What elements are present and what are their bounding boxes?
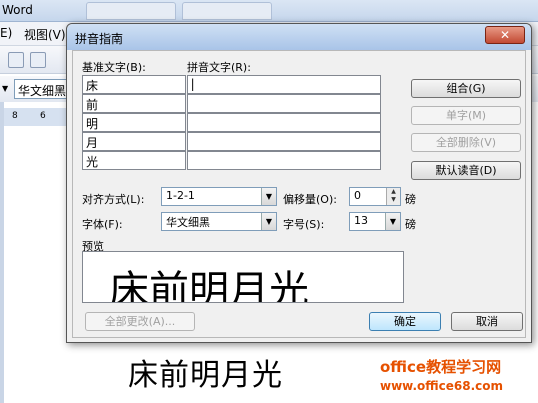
grid-row: 月	[82, 132, 382, 151]
base-text-cell[interactable]: 前	[82, 94, 186, 113]
watermark: office教程学习网 www.office68.com	[380, 356, 503, 393]
browser-tab-blurred	[86, 2, 176, 20]
base-text-cell[interactable]: 月	[82, 132, 186, 151]
preview-text: 床前明月光	[109, 268, 309, 303]
pinyin-text-field[interactable]	[186, 113, 381, 132]
align-label: 对齐方式(L):	[82, 193, 145, 206]
pinyin-text-field[interactable]: |	[186, 75, 381, 94]
base-text-cell[interactable]: 光	[82, 151, 186, 170]
offset-unit: 磅	[405, 193, 416, 206]
pinyin-text-field[interactable]	[186, 94, 381, 113]
print-icon[interactable]	[8, 52, 24, 68]
offset-value: 0	[354, 189, 361, 202]
ruler: 8 6	[0, 108, 70, 126]
browser-tab-blurred	[182, 2, 272, 20]
dialog-body: 基准文字(B): 拼音文字(R): 床 | 前 明 月 光 组合(G) 单字(M…	[72, 50, 526, 338]
grid-row: 明	[82, 113, 382, 132]
word-title: Word	[2, 3, 33, 17]
pinyin-text-field[interactable]	[186, 132, 381, 151]
font-value: 华文细黑	[166, 216, 210, 229]
document-left-margin	[0, 102, 4, 403]
dialog-titlebar[interactable]: 拼音指南 ✕	[67, 24, 531, 50]
menu-edit-partial[interactable]: E)	[0, 26, 12, 40]
base-text-cell[interactable]: 明	[82, 113, 186, 132]
offset-label: 偏移量(O):	[283, 193, 337, 206]
phonetic-guide-dialog: 拼音指南 ✕ 基准文字(B): 拼音文字(R): 床 | 前 明 月 光 组合(…	[66, 23, 532, 343]
chevron-down-icon[interactable]: ▼	[385, 213, 400, 230]
cancel-button[interactable]: 取消	[451, 312, 523, 331]
base-text-cell[interactable]: 床	[82, 75, 186, 94]
grid-row: 床 |	[82, 75, 382, 94]
chevron-down-icon[interactable]: ▼	[2, 84, 8, 93]
menu-view[interactable]: 视图(V)	[24, 26, 66, 43]
size-value: 13	[354, 214, 368, 227]
font-select[interactable]: 华文细黑 ▼	[161, 212, 277, 231]
delete-all-button[interactable]: 全部删除(V)	[411, 133, 521, 152]
group-button[interactable]: 组合(G)	[411, 79, 521, 98]
size-unit: 磅	[405, 218, 416, 231]
close-button[interactable]: ✕	[485, 26, 525, 44]
watermark-url: www.office68.com	[380, 379, 504, 393]
watermark-title: office教程学习网	[380, 358, 502, 376]
preview-box: 床前明月光	[82, 251, 404, 303]
chevron-down-icon[interactable]: ▼	[261, 213, 276, 230]
size-label: 字号(S):	[283, 218, 325, 231]
ruler-number: 8	[12, 111, 18, 121]
single-char-button[interactable]: 单字(M)	[411, 106, 521, 125]
document-text: 床前明月光	[128, 358, 283, 393]
phonetic-grid: 床 | 前 明 月 光	[82, 75, 382, 170]
ok-button[interactable]: 确定	[369, 312, 441, 331]
font-label: 字体(F):	[82, 218, 123, 231]
dialog-title: 拼音指南	[75, 32, 124, 46]
word-titlebar: Word	[0, 0, 538, 22]
default-reading-button[interactable]: 默认读音(D)	[411, 161, 521, 180]
grid-row: 前	[82, 94, 382, 113]
pinyin-text-field[interactable]	[186, 151, 381, 170]
print-preview-icon[interactable]	[30, 52, 46, 68]
base-text-header: 基准文字(B):	[82, 61, 146, 74]
size-select[interactable]: 13 ▼	[349, 212, 401, 231]
spin-up-icon[interactable]: ▲	[387, 188, 400, 196]
change-all-button[interactable]: 全部更改(A)...	[85, 312, 195, 331]
spinner-arrows[interactable]: ▲ ▼	[386, 188, 400, 205]
offset-spinner[interactable]: 0 ▲ ▼	[349, 187, 401, 206]
pinyin-text-header: 拼音文字(R):	[187, 61, 251, 74]
chevron-down-icon[interactable]: ▼	[261, 188, 276, 205]
font-name-box[interactable]: 华文细黑	[14, 79, 70, 99]
spin-down-icon[interactable]: ▼	[387, 196, 400, 204]
align-value: 1-2-1	[166, 189, 195, 202]
grid-row: 光	[82, 151, 382, 170]
ruler-number: 6	[40, 111, 46, 121]
align-select[interactable]: 1-2-1 ▼	[161, 187, 277, 206]
